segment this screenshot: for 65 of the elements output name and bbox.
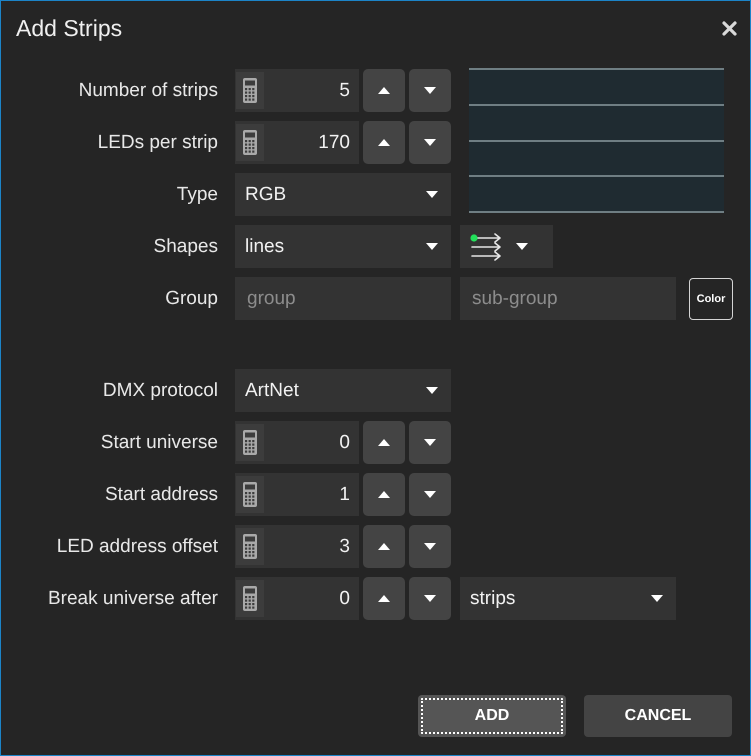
field-label: Start universe [100,432,218,454]
dropdown[interactable]: strips [460,577,676,620]
caret-down-icon [424,439,436,446]
caret-down-icon [424,87,436,94]
decrement-button[interactable] [409,525,451,568]
number-field[interactable]: 0 [235,577,359,620]
increment-button[interactable] [363,577,405,620]
caret-up-icon [378,439,390,446]
number-field[interactable]: 1 [235,473,359,516]
caret-up-icon [378,139,390,146]
decrement-button[interactable] [409,69,451,112]
dialog-button[interactable]: CANCEL [584,695,732,737]
caret-down-icon [651,595,663,602]
calculator-icon[interactable] [236,580,264,617]
increment-button[interactable] [363,473,405,516]
arrow-lines-icon [470,232,502,260]
decrement-button[interactable] [409,121,451,164]
caret-down-icon [426,191,438,198]
number-field[interactable]: 0 [235,421,359,464]
close-button[interactable] [722,20,737,36]
caret-up-icon [378,87,390,94]
field-label: Number of strips [78,80,218,102]
field-label: Group [165,288,218,310]
dropdown[interactable]: lines [235,225,451,268]
field-label: Start address [105,484,218,506]
caret-up-icon [378,595,390,602]
window-title: Add Strips [16,14,122,43]
dropdown[interactable]: RGB [235,173,451,216]
text-field[interactable]: sub-group [460,277,676,320]
dialog-button[interactable]: ADD [418,695,566,737]
caret-down-icon [424,595,436,602]
caret-down-icon [516,243,528,250]
shape-dropdown[interactable] [460,225,553,268]
decrement-button[interactable] [409,577,451,620]
text-field[interactable]: group [235,277,451,320]
caret-up-icon [378,491,390,498]
field-label: LEDs per strip [98,132,218,154]
color-button[interactable]: Color [689,278,733,320]
field-label: Break universe after [48,588,218,610]
calculator-icon[interactable] [236,72,264,109]
increment-button[interactable] [363,421,405,464]
increment-button[interactable] [363,525,405,568]
caret-down-icon [424,491,436,498]
close-icon [722,20,737,36]
calculator-icon[interactable] [236,476,264,513]
field-label: Shapes [154,236,218,258]
calculator-icon[interactable] [236,424,264,461]
field-label: DMX protocol [102,380,218,402]
number-field[interactable]: 5 [235,69,359,112]
field-label: Type [176,184,218,206]
field-label: LED address offset [56,536,218,558]
increment-button[interactable] [363,121,405,164]
caret-up-icon [378,543,390,550]
number-field[interactable]: 170 [235,121,359,164]
calculator-icon[interactable] [236,124,264,161]
decrement-button[interactable] [409,473,451,516]
caret-down-icon [426,243,438,250]
dropdown[interactable]: ArtNet [235,369,451,412]
caret-down-icon [424,543,436,550]
caret-down-icon [426,387,438,394]
caret-down-icon [424,139,436,146]
increment-button[interactable] [363,69,405,112]
decrement-button[interactable] [409,421,451,464]
calculator-icon[interactable] [236,528,264,565]
number-field[interactable]: 3 [235,525,359,568]
